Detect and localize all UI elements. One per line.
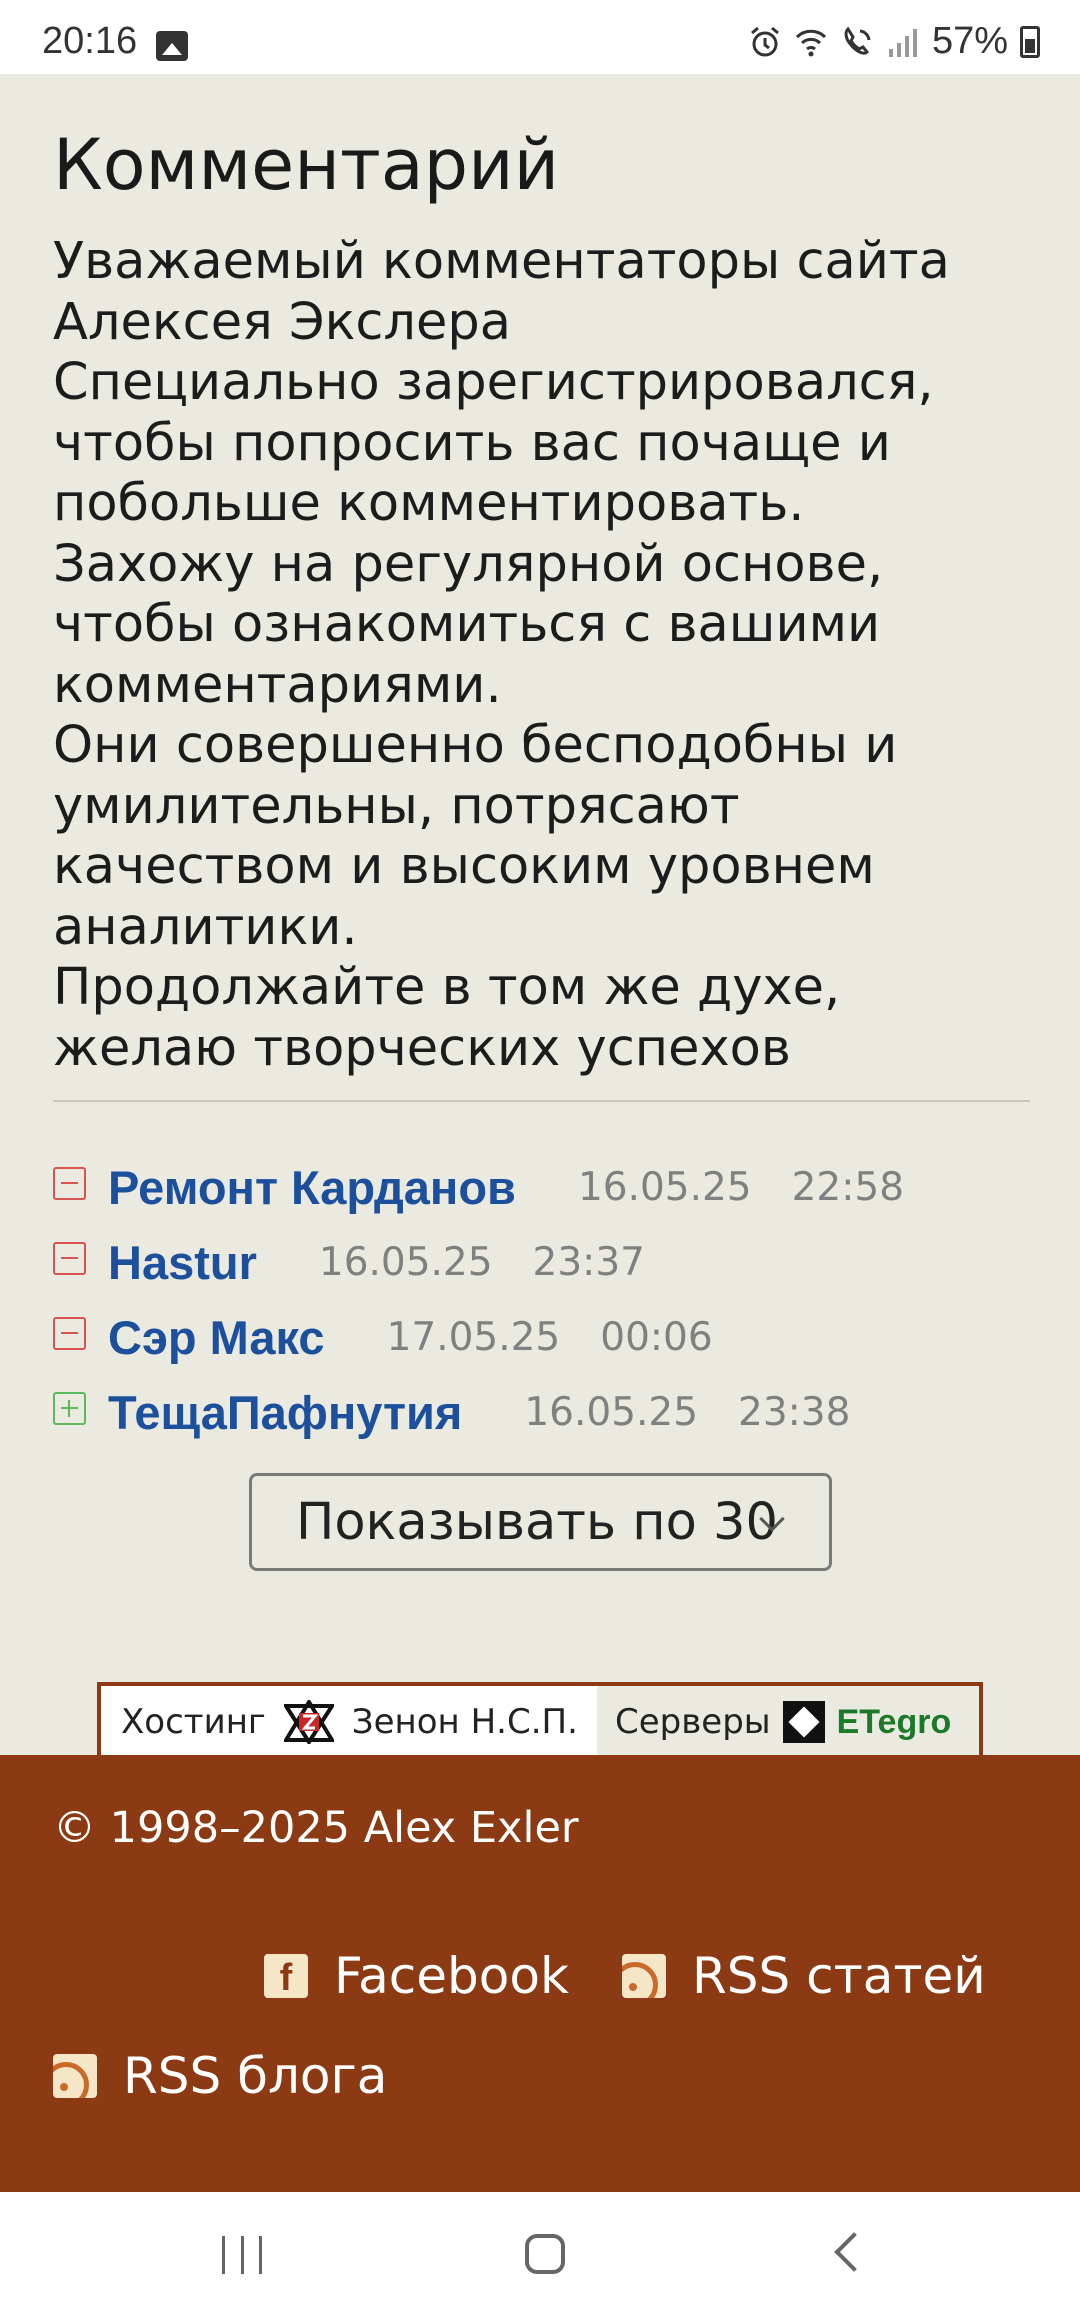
footer: © 1998–2025 Alex Exler f Facebook RSS ст… xyxy=(0,1755,1080,2192)
author-link[interactable]: Ремонт Карданов xyxy=(108,1160,516,1215)
rss-blog-link[interactable]: RSS блога xyxy=(53,2047,387,2105)
alarm-icon xyxy=(750,26,779,56)
status-bar: 20:16 57% xyxy=(0,0,1080,74)
rss-articles-label: RSS статей xyxy=(692,1947,986,2005)
hosting-link[interactable]: Хостинг Зенон Н.С.П. xyxy=(101,1686,597,1758)
comment-block: Комментарий Уважаемый комментаторы сайта… xyxy=(53,120,1033,1079)
collapse-icon[interactable] xyxy=(53,1242,86,1275)
etegro-logo-icon xyxy=(782,1701,825,1743)
comment-text: Уважаемый комментаторы сайта Алексея Экс… xyxy=(53,232,1033,1079)
thread-item: ТещаПафнутия 16.05.25 23:38 xyxy=(53,1375,1033,1450)
comment-paragraph: Захожу на регулярной основе, чтобы ознак… xyxy=(53,534,884,715)
author-link[interactable]: ТещаПафнутия xyxy=(108,1385,462,1440)
rss-icon xyxy=(622,1954,666,1998)
hosting-label: Хостинг xyxy=(121,1702,266,1742)
status-time: 20:16 xyxy=(42,20,138,62)
gallery-icon xyxy=(156,31,188,61)
zenon-logo-icon xyxy=(283,1700,334,1744)
servers-link[interactable]: Серверы ETegro xyxy=(597,1686,979,1758)
facebook-icon: f xyxy=(264,1954,308,1998)
divider xyxy=(53,1100,1030,1102)
collapse-icon[interactable] xyxy=(53,1317,86,1350)
comment-date: 16.05.25 xyxy=(318,1240,493,1285)
comment-date: 17.05.25 xyxy=(386,1315,561,1360)
rss-articles-link[interactable]: RSS статей xyxy=(622,1947,986,2005)
comment-time: 22:58 xyxy=(791,1165,905,1210)
author-link[interactable]: Hastur xyxy=(108,1235,257,1290)
hosting-banner: Хостинг Зенон Н.С.П. Серверы ETegro xyxy=(97,1682,983,1758)
battery-percent: 57% xyxy=(931,20,1008,62)
comment-thread: Ремонт Карданов 16.05.25 22:58 Hastur 16… xyxy=(53,1150,1033,1450)
system-nav-bar xyxy=(0,2192,1080,2316)
wifi-call-icon xyxy=(844,26,871,55)
author-link[interactable]: Сэр Макс xyxy=(108,1310,325,1365)
wifi-icon xyxy=(795,29,826,56)
comment-date: 16.05.25 xyxy=(577,1165,752,1210)
comment-paragraph: Специально зарегистрировался, чтобы попр… xyxy=(53,353,934,533)
servers-brand: ETegro xyxy=(836,1702,952,1741)
home-icon[interactable] xyxy=(525,2234,565,2274)
back-icon[interactable] xyxy=(834,2232,874,2272)
thread-item: Ремонт Карданов 16.05.25 22:58 xyxy=(53,1150,1033,1225)
expand-icon[interactable] xyxy=(53,1392,86,1425)
copyright: © 1998–2025 Alex Exler xyxy=(53,1803,579,1853)
page-size-select[interactable]: Показывать по 30 xyxy=(249,1473,832,1571)
comment-paragraph: Продолжайте в том же духе, желаю творчес… xyxy=(53,958,841,1078)
comment-paragraph: Они совершенно бесподобны и умилительны,… xyxy=(53,716,898,957)
comment-time: 00:06 xyxy=(600,1315,713,1360)
comment-time: 23:37 xyxy=(532,1240,645,1285)
thread-item: Hastur 16.05.25 23:37 xyxy=(53,1225,1033,1300)
battery-icon xyxy=(1020,25,1040,58)
comment-date: 16.05.25 xyxy=(524,1390,699,1435)
status-icons: 57% xyxy=(748,20,1040,63)
page-title: Комментарий xyxy=(53,124,560,206)
comment-paragraph: Уважаемый комментаторы сайта Алексея Экс… xyxy=(53,232,950,352)
collapse-icon[interactable] xyxy=(53,1167,86,1200)
recent-apps-icon[interactable] xyxy=(222,2236,262,2274)
hosting-name: Зенон Н.С.П. xyxy=(351,1702,578,1742)
rss-blog-label: RSS блога xyxy=(123,2047,388,2105)
facebook-link[interactable]: f Facebook xyxy=(264,1947,569,2005)
page-size-value: Показывать по 30 xyxy=(296,1492,778,1552)
servers-label: Серверы xyxy=(615,1702,771,1742)
thread-item: Сэр Макс 17.05.25 00:06 xyxy=(53,1300,1033,1375)
signal-icon xyxy=(888,28,917,57)
rss-icon xyxy=(53,2054,97,2098)
comment-time: 23:38 xyxy=(738,1390,851,1435)
facebook-label: Facebook xyxy=(334,1947,569,2005)
